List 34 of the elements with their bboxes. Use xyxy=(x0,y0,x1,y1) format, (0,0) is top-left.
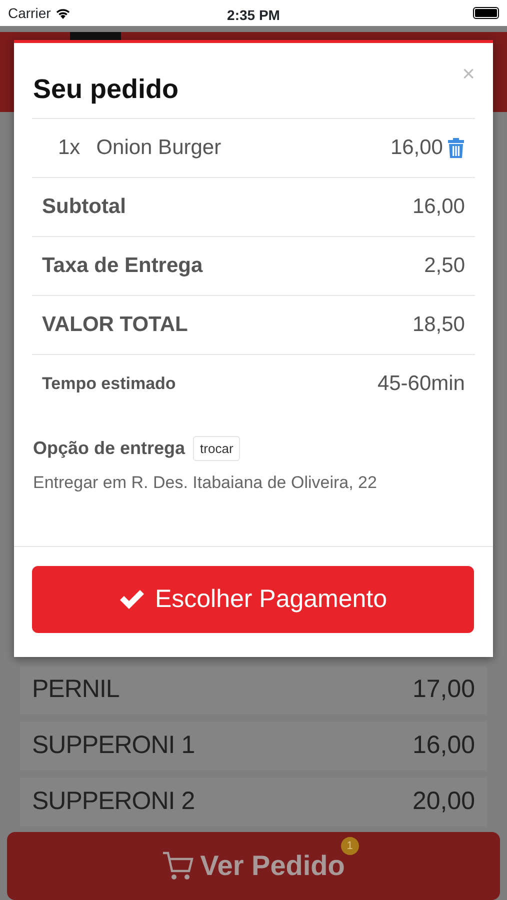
menu-item-row[interactable]: SUPPERONI 2 20,00 xyxy=(20,778,487,826)
view-order-button[interactable]: Ver Pedido 1 xyxy=(7,832,500,900)
trash-icon[interactable] xyxy=(447,137,465,159)
choose-payment-button[interactable]: Escolher Pagamento xyxy=(32,566,474,633)
item-name: SUPPERONI 2 xyxy=(32,786,195,818)
checkmark-icon xyxy=(118,590,145,610)
item-quantity: 1x xyxy=(58,135,80,162)
summary-value: 2,50 xyxy=(424,253,465,280)
count-badge: 1 xyxy=(340,837,359,855)
item-price: 17,00 xyxy=(412,674,475,706)
modal-title: Seu pedido xyxy=(33,73,179,106)
cart-icon xyxy=(162,851,194,881)
change-button[interactable]: trocar xyxy=(193,436,240,462)
item-name: Onion Burger xyxy=(96,135,222,162)
summary-label: Taxa de Entrega xyxy=(42,253,203,280)
time-label: 2:35 PM xyxy=(227,6,280,25)
item-name: PERNIL xyxy=(32,674,120,706)
battery-icon xyxy=(473,7,499,19)
delivery-address: Entregar em R. Des. Itabaiana de Oliveira, 22 xyxy=(33,472,378,494)
summary-value: 16,00 xyxy=(412,194,465,220)
item-price: 16,00 xyxy=(412,730,475,762)
item-name: SUPPERONI 1 xyxy=(32,730,195,762)
carrier-label: Carrier xyxy=(8,4,51,22)
summary-label: Tempo estimado xyxy=(42,373,176,396)
item-price: 20,00 xyxy=(412,786,475,818)
menu-item-row[interactable]: PERNIL 17,00 xyxy=(20,666,487,714)
summary-value: 45-60min xyxy=(377,371,465,398)
item-price: 16,00 xyxy=(390,135,443,162)
wifi-icon xyxy=(54,7,71,19)
summary-label: Subtotal xyxy=(42,194,126,220)
summary-value: 18,50 xyxy=(412,312,465,338)
menu-item-row[interactable]: SUPPERONI 1 16,00 xyxy=(20,722,487,770)
summary-label: VALOR TOTAL xyxy=(42,312,188,338)
delivery-option-label: Opção de entrega xyxy=(33,437,186,460)
